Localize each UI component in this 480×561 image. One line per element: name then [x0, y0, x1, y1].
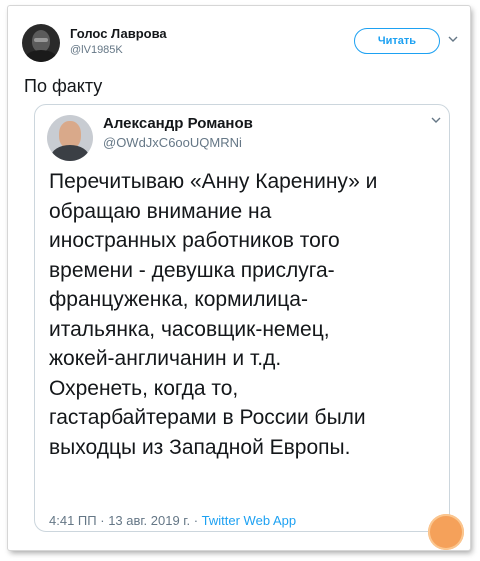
tweet-header: Голос Лаврова @lV1985K Читать [22, 20, 458, 62]
quoted-text-line: Охренеть, когда то, [49, 376, 239, 400]
quoted-author-avatar[interactable] [47, 115, 93, 161]
author-avatar[interactable] [22, 24, 60, 62]
quoted-text-line: выходцы из Западной Европы. [49, 435, 351, 459]
quoted-text-line: Перечитываю «Анну Каренину» и [49, 170, 378, 193]
chevron-down-icon[interactable] [431, 115, 441, 125]
quoted-text-line: француженка, кормилица- [49, 288, 308, 311]
tweet-time[interactable]: 4:41 ПП [49, 513, 97, 528]
quoted-text-line: обращаю внимание на [49, 199, 272, 223]
follow-button[interactable]: Читать [354, 28, 440, 54]
author-handle[interactable]: @lV1985K [70, 44, 123, 56]
quoted-tweet[interactable]: Александр Романов @OWdJxC6ooUQMRNi Переч… [34, 104, 450, 532]
quoted-text-line: гастарбайтерами в России были [49, 406, 366, 429]
screenshot-frame: Голос Лаврова @lV1985K Читать По факту А… [8, 6, 470, 550]
quoted-text-line: жокей-англичанин и т.д. [49, 347, 282, 370]
tweet-source[interactable]: Twitter Web App [202, 513, 296, 528]
tweet-text: По факту [24, 76, 103, 96]
tweet-timestamp: 4:41 ПП · 13 авг. 2019 г. · Twitter Web … [49, 513, 297, 528]
quoted-text-line: итальянка, часовщик-немец, [49, 317, 330, 341]
quoted-author-name[interactable]: Александр Романов [103, 115, 253, 132]
watermark-logo [428, 514, 464, 550]
quoted-text-line: иностранных работников того [49, 229, 340, 252]
quoted-text-line: времени - девушка прислуга- [49, 258, 335, 282]
quoted-author-handle[interactable]: @OWdJxC6ooUQMRNi [103, 135, 242, 150]
quoted-tweet-text: Перечитываю «Анну Каренину» и обращаю вн… [49, 167, 441, 462]
tweet-date[interactable]: 13 авг. 2019 г. [108, 513, 190, 528]
author-name[interactable]: Голос Лаврова [70, 26, 167, 41]
chevron-down-icon[interactable] [448, 34, 458, 44]
